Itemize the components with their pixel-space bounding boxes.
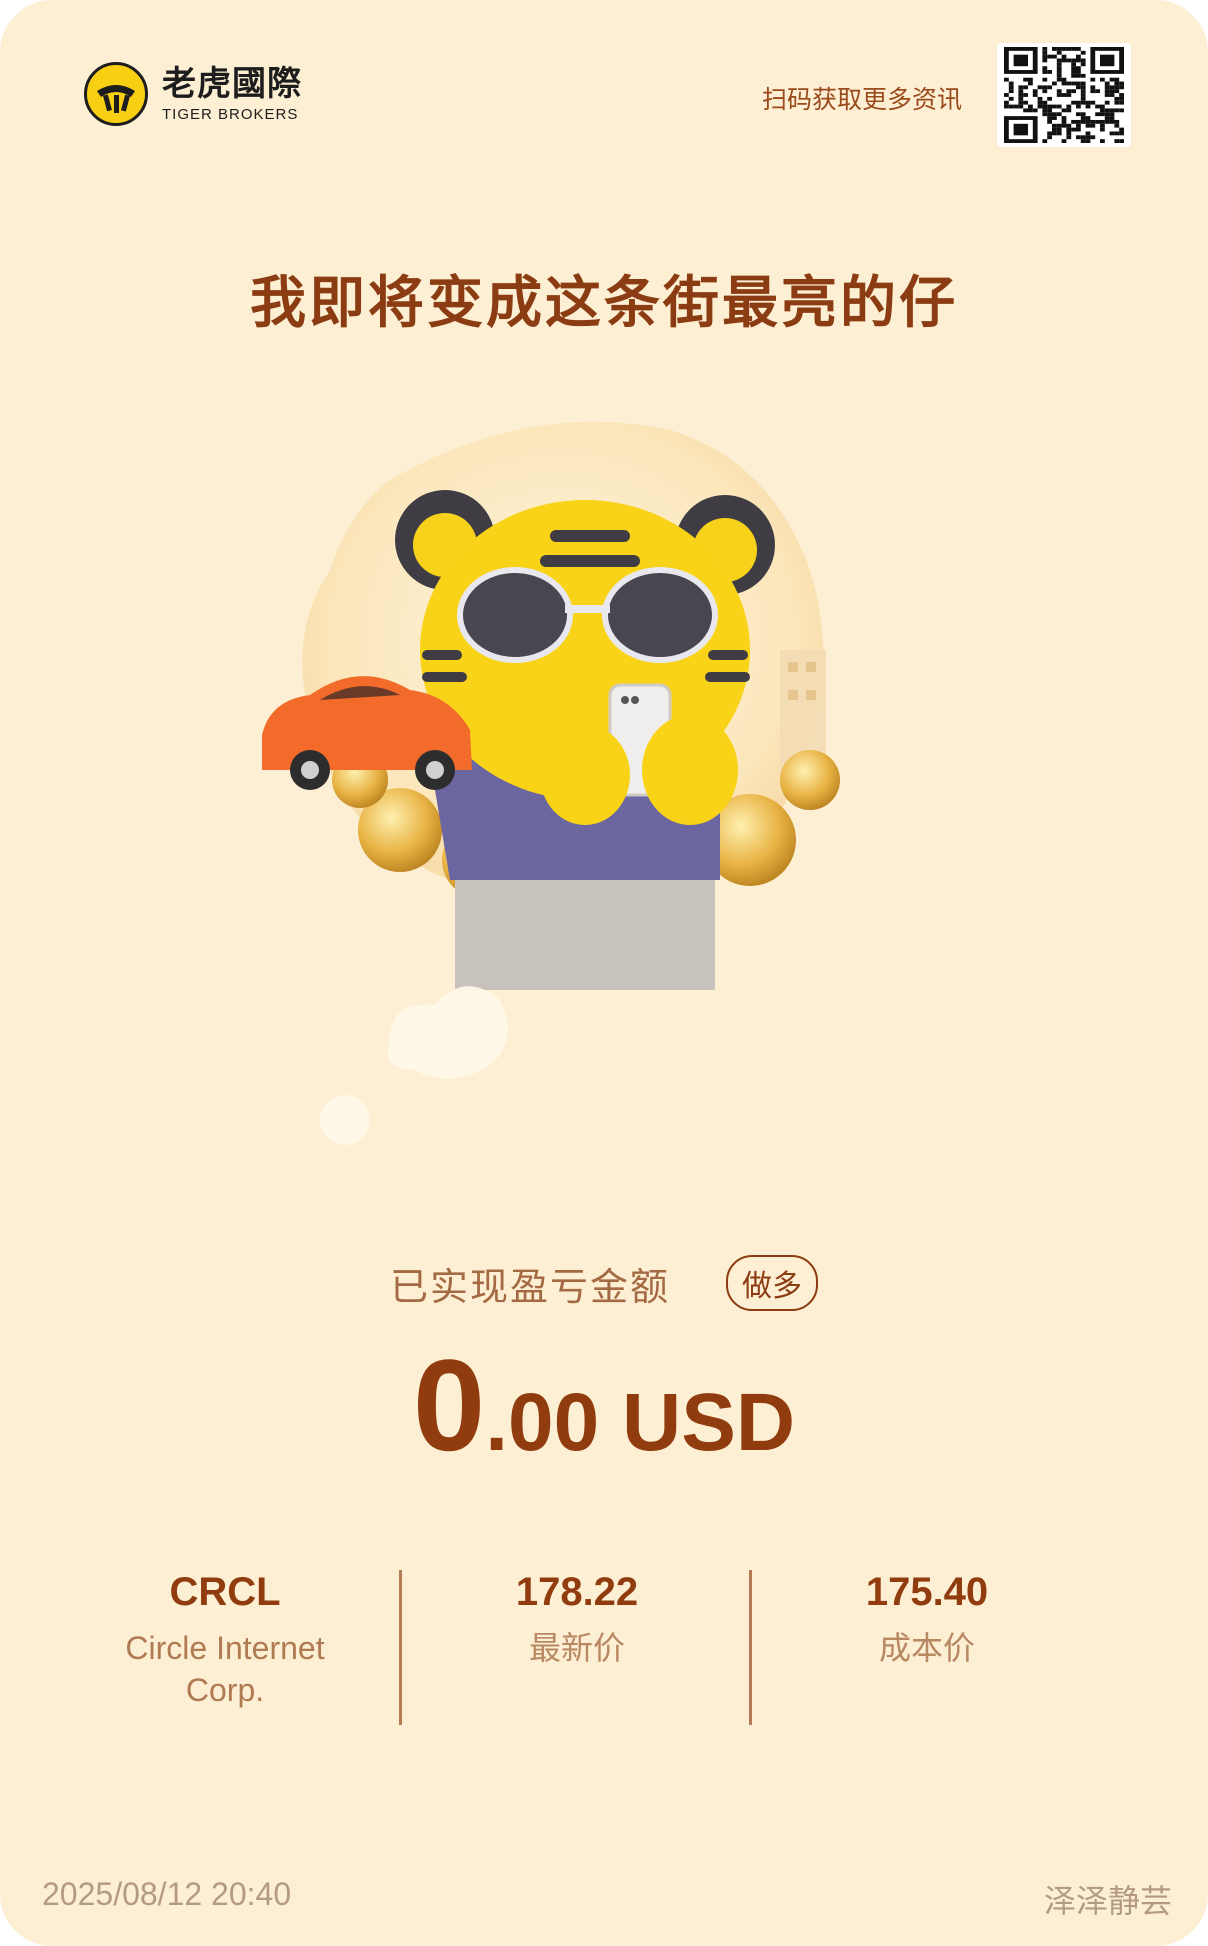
stat-symbol: CRCL Circle Internet Corp. bbox=[60, 1570, 390, 1711]
latest-price-value: 178.22 bbox=[515, 1570, 639, 1614]
share-card: 老虎國際 TIGER BROKERS 扫码获取更多资讯 我即将变成这条街最亮的仔 bbox=[0, 0, 1208, 1946]
brand-logo: 老虎國際 TIGER BROKERS bbox=[84, 62, 302, 126]
stat-divider bbox=[749, 1570, 752, 1725]
brand-name-en: TIGER BROKERS bbox=[162, 105, 299, 123]
qr-code-icon[interactable] bbox=[997, 43, 1131, 147]
latest-price-label: 最新价 bbox=[528, 1629, 625, 1667]
stat-latest-price: 178.22 最新价 bbox=[412, 1570, 742, 1669]
pnl-amount-decimal: .00 USD bbox=[485, 1377, 796, 1468]
realized-pnl-label: 已实现盈亏金额 bbox=[389, 1264, 670, 1309]
cost-price-label: 成本价 bbox=[878, 1629, 975, 1667]
stat-divider bbox=[399, 1570, 402, 1725]
position-stats: CRCL Circle Internet Corp. 178.22 最新价 17… bbox=[0, 1570, 1208, 1730]
scan-prompt: 扫码获取更多资讯 bbox=[761, 85, 962, 114]
page-title: 我即将变成这条街最亮的仔 bbox=[250, 271, 958, 336]
username: 泽泽静芸 bbox=[1043, 1882, 1172, 1920]
stock-symbol: CRCL bbox=[169, 1570, 281, 1614]
stat-cost-price: 175.40 成本价 bbox=[762, 1570, 1092, 1669]
pnl-amount: 0.00 USD bbox=[0, 1330, 1208, 1480]
pnl-amount-integer: 0 bbox=[412, 1332, 486, 1478]
tiger-mascot-illustration bbox=[250, 400, 970, 1160]
position-side-badge: 做多 bbox=[726, 1255, 818, 1311]
share-timestamp: 2025/08/12 20:40 bbox=[42, 1876, 292, 1912]
cost-price-value: 175.40 bbox=[865, 1570, 989, 1614]
brand-name-cn: 老虎國際 bbox=[162, 63, 302, 104]
company-name: Circle Internet Corp. bbox=[125, 1630, 325, 1708]
tiger-logo-icon bbox=[84, 62, 148, 126]
